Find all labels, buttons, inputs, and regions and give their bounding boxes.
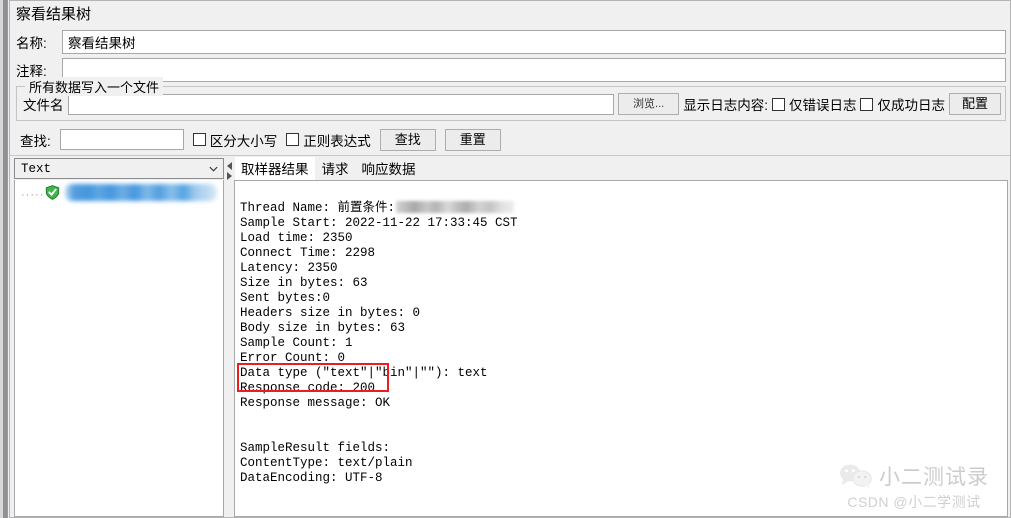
chevron-down-icon [209,166,218,172]
tree-item-label [65,184,217,201]
success-only-checkbox-wrap[interactable]: 仅成功日志 [860,94,945,114]
sampler-result-text-area[interactable]: Thread Name: 前置条件: Sample Start: 2022-11… [234,180,1008,517]
result-line: SampleResult fields: [240,441,391,455]
errors-only-checkbox-wrap[interactable]: 仅错误日志 [771,94,857,114]
case-sensitive-label: 区分大小写 [209,133,278,149]
result-line: Sample Start: 2022-11-22 17:33:45 CST [240,216,518,230]
name-row: 名称: [9,28,1011,56]
name-label: 名称: [16,36,47,51]
window-content: 察看结果树 名称: 注释: 所有数据写入一个文件 文件名 浏览... 显示日志内… [9,0,1011,518]
sampler-result-text: Thread Name: 前置条件: Sample Start: 2022-11… [235,181,1007,501]
browse-button[interactable]: 浏览... [618,93,680,115]
errors-only-label: 仅错误日志 [788,98,857,113]
name-input[interactable] [62,30,1006,54]
split-divider[interactable] [224,158,234,517]
result-line: Latency: 2350 [240,261,338,275]
renderer-select[interactable]: Text [14,158,224,179]
group-border-right-segment [147,86,1005,87]
thread-name-line: Thread Name: 前置条件: [240,201,515,216]
results-tree-pane: Text ····· [14,158,224,517]
thread-name-value: 前置条件: [337,201,396,215]
detail-tabs: 取样器结果 请求 响应数据 [234,157,1008,180]
results-detail-pane: 取样器结果 请求 响应数据 Thread Name: 前置条件: Sample … [234,157,1008,517]
result-line: Body size in bytes: 63 [240,321,406,335]
success-shield-icon [45,185,60,200]
response-message-line: Response message: OK [240,396,391,410]
tab-response-data[interactable]: 响应数据 [355,157,422,180]
results-tree[interactable]: ····· [14,180,224,517]
tree-connector: ····· [21,189,45,201]
window-left-rail [0,0,8,518]
collapse-right-arrow-icon[interactable] [226,172,232,180]
regex-label: 正则表达式 [303,133,371,149]
write-all-data-legend: 所有数据写入一个文件 [25,77,164,96]
find-button[interactable]: 查找 [379,128,436,151]
panel-title-bar: 察看结果树 [9,0,1011,28]
regex-checkbox[interactable] [286,133,300,146]
result-line: Sent bytes:0 [240,291,331,305]
results-split-pane: Text ····· 取样器结果 请求 响应数据 Thread Name: 前置… [9,156,1011,518]
tab-sampler-result[interactable]: 取样器结果 [235,157,315,180]
result-line: Size in bytes: 63 [240,276,368,290]
renderer-select-value: Text [21,161,52,176]
case-sensitive-checkbox[interactable] [192,133,206,146]
tree-item-sample[interactable]: ····· [15,183,223,202]
result-line: Error Count: 0 [240,351,346,365]
result-line: DataEncoding: UTF-8 [240,471,383,485]
result-line: Data type ("text"|"bin"|""): text [240,366,488,380]
search-toolbar: 查找: 区分大小写 正则表达式 查找 重置 [9,124,1011,156]
group-border-left-segment [17,86,25,87]
log-display-label: 显示日志内容: [683,98,768,113]
page-title: 察看结果树 [16,6,92,23]
tab-request[interactable]: 请求 [315,157,355,180]
thread-name-key: Thread Name: [240,201,331,215]
regex-checkbox-wrap[interactable]: 正则表达式 [286,130,371,150]
write-all-data-group-wrapper: 所有数据写入一个文件 文件名 浏览... 显示日志内容: 仅错误日志 仅成功日志… [9,77,1011,124]
result-line: Connect Time: 2298 [240,246,376,260]
result-line: Load time: 2350 [240,231,353,245]
result-line: Headers size in bytes: 0 [240,306,421,320]
comment-input[interactable] [62,58,1006,82]
case-sensitive-checkbox-wrap[interactable]: 区分大小写 [192,130,278,150]
collapse-left-arrow-icon[interactable] [226,162,232,170]
reset-button[interactable]: 重置 [444,128,501,151]
result-line: ContentType: text/plain [240,456,413,470]
write-all-data-group: 所有数据写入一个文件 文件名 浏览... 显示日志内容: 仅错误日志 仅成功日志… [16,77,1006,121]
errors-only-checkbox[interactable] [771,97,785,111]
response-code-line: Response code: 200 [240,381,376,395]
filename-input[interactable] [67,93,615,115]
window-left-rail-accent [3,0,7,518]
result-line: Sample Count: 1 [240,336,353,350]
redaction-blur [396,201,515,213]
jmeter-view-results-tree-window: 察看结果树 名称: 注释: 所有数据写入一个文件 文件名 浏览... 显示日志内… [0,0,1011,518]
search-label: 查找: [20,133,51,149]
success-only-checkbox[interactable] [860,97,874,111]
configure-button[interactable]: 配置 [948,93,1001,115]
filename-row: 文件名 浏览... 显示日志内容: 仅错误日志 仅成功日志 配置 [19,90,1003,116]
success-only-label: 仅成功日志 [877,98,945,113]
search-input[interactable] [59,129,184,150]
filename-label: 文件名 [23,98,64,113]
